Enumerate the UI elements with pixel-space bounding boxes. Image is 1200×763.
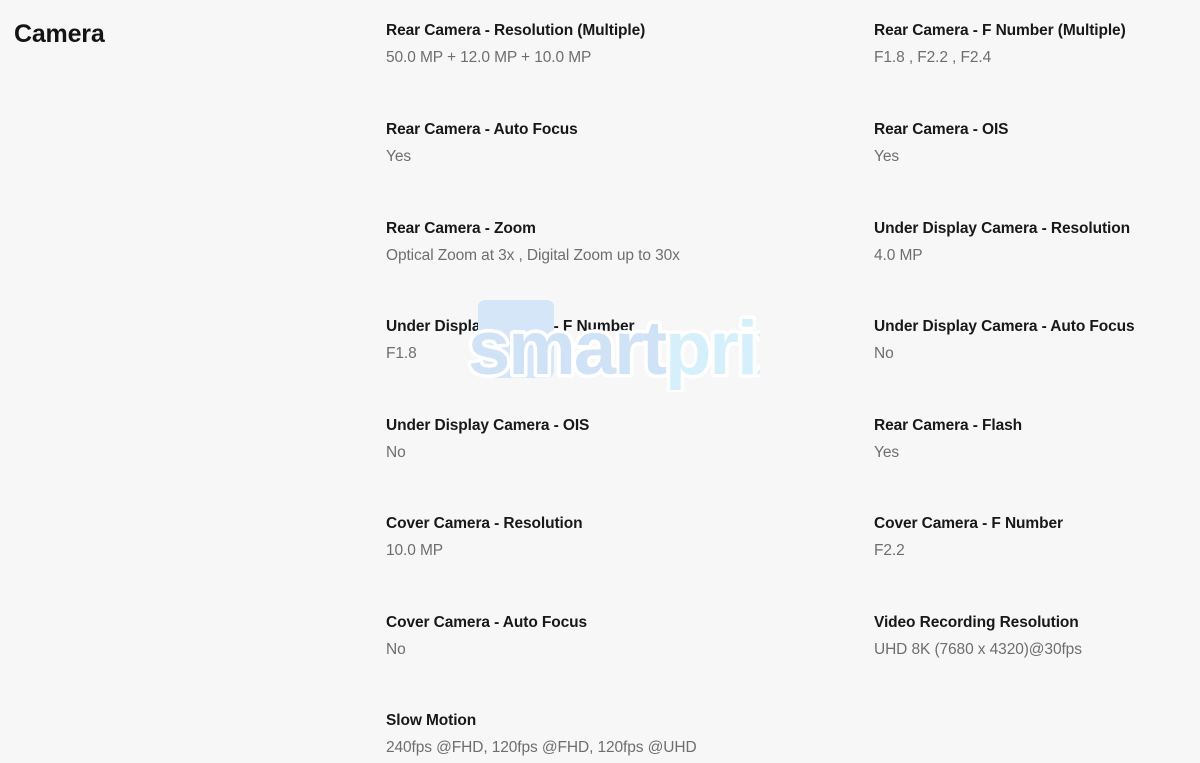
spec-value: No <box>386 641 406 658</box>
spec-label: Rear Camera - Zoom <box>386 220 536 237</box>
spec-item: Under Display Camera - OIS No <box>386 416 856 463</box>
section-title: Camera <box>14 20 105 48</box>
spec-item: Under Display Camera - Auto Focus No <box>874 317 1200 364</box>
spec-value: Yes <box>386 148 411 165</box>
spec-item: Rear Camera - Auto Focus Yes <box>386 120 856 167</box>
spec-label: Cover Camera - Resolution <box>386 515 583 532</box>
spec-label: Under Display Camera - Auto Focus <box>874 318 1135 335</box>
spec-value: Yes <box>874 444 899 461</box>
spec-value: Optical Zoom at 3x , Digital Zoom up to … <box>386 247 680 264</box>
spec-item: Rear Camera - OIS Yes <box>874 120 1200 167</box>
spec-label: Slow Motion <box>386 712 477 729</box>
spec-label: Rear Camera - Auto Focus <box>386 121 578 138</box>
spec-value: 10.0 MP <box>386 542 444 559</box>
spec-value: Yes <box>874 148 899 165</box>
spec-label: Rear Camera - F Number (Multiple) <box>874 22 1126 39</box>
spec-item: Cover Camera - Auto Focus No <box>386 613 856 660</box>
spec-item: Rear Camera - Zoom Optical Zoom at 3x , … <box>386 219 856 266</box>
spec-value: 240fps @FHD, 120fps @FHD, 120fps @UHD <box>386 739 697 756</box>
spec-value: 50.0 MP + 12.0 MP + 10.0 MP <box>386 49 592 66</box>
spec-label: Rear Camera - Flash <box>874 417 1022 434</box>
specification-grid: Rear Camera - Resolution (Multiple) 50.0… <box>386 0 1200 763</box>
spec-value: No <box>874 345 894 362</box>
spec-value: F1.8 , F2.2 , F2.4 <box>874 49 992 66</box>
spec-label: Under Display Camera - F Number <box>386 318 635 335</box>
spec-label: Rear Camera - OIS <box>874 121 1009 138</box>
spec-item: Slow Motion 240fps @FHD, 120fps @FHD, 12… <box>386 711 856 758</box>
spec-item: Under Display Camera - Resolution 4.0 MP <box>874 219 1200 266</box>
spec-label: Under Display Camera - OIS <box>386 417 590 434</box>
spec-item: Rear Camera - Flash Yes <box>874 416 1200 463</box>
spec-item: Rear Camera - F Number (Multiple) F1.8 ,… <box>874 21 1200 68</box>
spec-label: Cover Camera - Auto Focus <box>386 614 588 631</box>
spec-label: Under Display Camera - Resolution <box>874 220 1130 237</box>
spec-item: Video Recording Resolution UHD 8K (7680 … <box>874 613 1200 660</box>
spec-value: F1.8 <box>386 345 417 362</box>
spec-value: F2.2 <box>874 542 905 559</box>
spec-item: Cover Camera - Resolution 10.0 MP <box>386 514 856 561</box>
spec-value: UHD 8K (7680 x 4320)@30fps <box>874 641 1082 658</box>
spec-label: Video Recording Resolution <box>874 614 1079 631</box>
spec-value: 4.0 MP <box>874 247 923 264</box>
spec-item: Rear Camera - Resolution (Multiple) 50.0… <box>386 21 856 68</box>
spec-item: Cover Camera - F Number F2.2 <box>874 514 1200 561</box>
spec-label: Rear Camera - Resolution (Multiple) <box>386 22 646 39</box>
spec-item: Under Display Camera - F Number F1.8 <box>386 317 856 364</box>
spec-label: Cover Camera - F Number <box>874 515 1063 532</box>
spec-value: No <box>386 444 406 461</box>
